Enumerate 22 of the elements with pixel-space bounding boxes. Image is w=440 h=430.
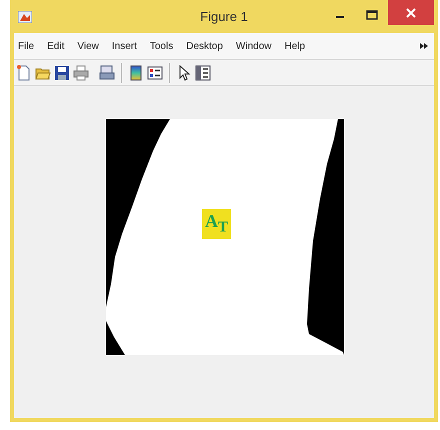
menu-item[interactable]: Insert bbox=[112, 40, 137, 52]
printer-icon[interactable] bbox=[73, 64, 89, 80]
window-title: Figure 1 bbox=[199, 9, 249, 24]
chevron-icon[interactable] bbox=[420, 42, 428, 50]
menu-item[interactable]: Edit bbox=[47, 40, 64, 52]
print-preview-icon[interactable] bbox=[99, 64, 115, 80]
menu-item[interactable]: Window bbox=[236, 40, 272, 52]
close-button[interactable] bbox=[388, 0, 434, 25]
colorbar-icon[interactable] bbox=[128, 64, 144, 80]
menu-item[interactable]: Desktop bbox=[186, 40, 223, 52]
legend-icon[interactable] bbox=[147, 64, 163, 80]
property-editor-icon[interactable] bbox=[195, 64, 211, 80]
new-file-icon[interactable] bbox=[16, 64, 32, 80]
menu-item[interactable]: View bbox=[77, 40, 99, 52]
annotation-label: A$_{T}$ bbox=[202, 209, 232, 239]
save-icon[interactable] bbox=[54, 64, 70, 80]
menu-item[interactable]: File bbox=[18, 40, 34, 52]
menu-item[interactable]: Tools bbox=[150, 40, 174, 52]
maximize-icon bbox=[366, 10, 378, 20]
menu-item[interactable]: Help bbox=[284, 40, 306, 52]
close-icon bbox=[406, 8, 416, 18]
app-icon bbox=[18, 10, 32, 22]
